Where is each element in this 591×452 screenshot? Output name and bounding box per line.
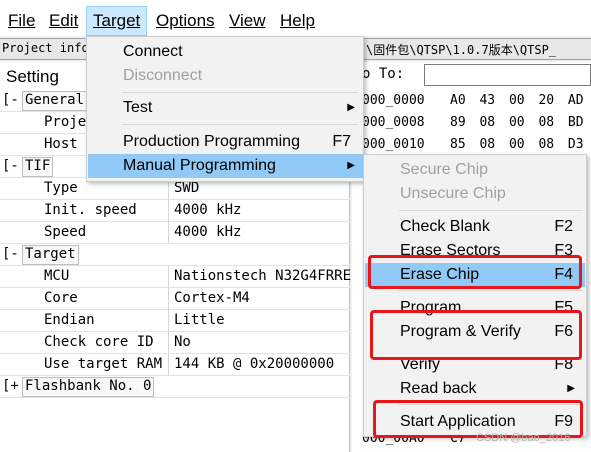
- file-path-label: \固件包\QTSP\1.0.7版本\QTSP_: [366, 43, 557, 57]
- column-divider: [168, 332, 169, 354]
- menu-item-test[interactable]: Test ▶: [88, 96, 363, 120]
- manual-programming-submenu: Secure Chip Unsecure Chip Check Blank F2…: [363, 154, 587, 437]
- property-group-label: Flashbank No. 0: [22, 377, 155, 397]
- menu-target[interactable]: Target: [86, 6, 148, 36]
- property-name: Endian: [44, 312, 95, 328]
- property-row[interactable]: Init. speed 4000 kHz: [0, 200, 350, 222]
- hex-row: 000_0010 85 08 00 08 D3: [352, 134, 591, 156]
- menu-edit[interactable]: Edit: [43, 6, 84, 36]
- submenu-arrow-icon: ▶: [347, 160, 355, 171]
- column-divider: [168, 288, 169, 310]
- goto-address-input[interactable]: [424, 64, 591, 86]
- menu-separator: [122, 92, 358, 93]
- property-row[interactable]: MCU Nationstech N32G4FRRE: [0, 266, 351, 288]
- settings-header: Setting: [6, 67, 59, 86]
- annotation-box-erase-chip: [368, 255, 582, 289]
- expand-toggle-icon[interactable]: [+: [2, 378, 19, 394]
- property-value[interactable]: Little: [174, 312, 225, 328]
- property-row[interactable]: Endian Little: [0, 310, 350, 332]
- menu-item-check-blank[interactable]: Check Blank F2: [365, 215, 585, 239]
- hex-row: 000_0000 A0 43 00 20 AD: [352, 90, 591, 112]
- column-divider: [168, 222, 169, 244]
- property-name: Use target RAM: [44, 356, 163, 372]
- property-name: Proje: [44, 114, 87, 130]
- property-name: Host: [44, 136, 78, 152]
- submenu-arrow-icon: ▶: [347, 102, 355, 113]
- property-value[interactable]: 4000 kHz: [174, 202, 241, 218]
- property-name: Speed: [44, 224, 87, 240]
- menubar: File Edit Target Options View Help: [0, 6, 591, 36]
- column-divider: [168, 310, 169, 332]
- property-value[interactable]: Nationstech N32G4FRRE: [174, 268, 351, 284]
- property-name: Init. speed: [44, 202, 137, 218]
- property-value[interactable]: Cortex-M4: [174, 290, 250, 306]
- property-value[interactable]: 4000 kHz: [174, 224, 241, 240]
- watermark: CSDN @bao_2016: [476, 432, 571, 444]
- menu-item-manual-programming[interactable]: Manual Programming ▶: [88, 154, 363, 178]
- hex-row-address: 000_0010: [362, 137, 425, 152]
- menu-separator: [399, 290, 583, 291]
- menu-item-disconnect: Disconnect: [123, 67, 203, 84]
- property-name: Check core ID: [44, 334, 154, 350]
- column-divider: [168, 354, 169, 376]
- hex-row-address: 000_0000: [362, 93, 425, 108]
- property-name: Core: [44, 290, 78, 306]
- property-value[interactable]: No: [174, 334, 191, 350]
- menu-separator: [122, 124, 358, 125]
- property-group-label: Target: [22, 245, 79, 265]
- expand-toggle-icon[interactable]: [-: [2, 246, 19, 262]
- property-name: Type: [44, 180, 78, 196]
- goto-label: o To:: [362, 66, 405, 82]
- hex-row-bytes: A0 43 00 20 AD: [450, 93, 584, 108]
- property-group-row[interactable]: [- Target: [0, 244, 350, 266]
- expand-toggle-icon[interactable]: [-: [2, 158, 19, 174]
- submenu-arrow-icon: ▶: [567, 383, 575, 394]
- property-group-row[interactable]: [+ Flashbank No. 0: [0, 376, 350, 398]
- column-divider: [168, 200, 169, 222]
- menu-view[interactable]: View: [223, 6, 272, 36]
- menu-separator: [399, 210, 583, 211]
- property-group-label: TIF: [22, 157, 54, 177]
- property-row[interactable]: Speed 4000 kHz: [0, 222, 350, 244]
- property-group-label: General: [22, 91, 88, 111]
- annotation-box-program-verify: [370, 310, 582, 360]
- menu-item-connect[interactable]: Connect: [88, 40, 363, 64]
- hex-row-address: 000_0008: [362, 115, 425, 130]
- property-value[interactable]: SWD: [174, 180, 199, 196]
- property-row[interactable]: Use target RAM 144 KB @ 0x20000000: [0, 354, 350, 376]
- property-row[interactable]: Core Cortex-M4: [0, 288, 350, 310]
- property-name: MCU: [44, 268, 70, 284]
- menu-help[interactable]: Help: [274, 6, 321, 36]
- menu-item-read-back[interactable]: Read back ▶: [365, 377, 585, 401]
- menu-item-production-programming[interactable]: Production Programming F7: [88, 130, 363, 154]
- project-info-label: Project info: [2, 41, 89, 55]
- property-row[interactable]: Check core ID No: [0, 332, 350, 354]
- target-menu-dropdown: Connect Disconnect Test ▶ Production Pro…: [86, 36, 364, 182]
- hex-row: 000_0008 89 08 00 08 BD: [352, 112, 591, 134]
- menu-options[interactable]: Options: [150, 6, 221, 36]
- property-value[interactable]: 144 KB @ 0x20000000: [174, 356, 334, 372]
- hex-row-bytes: 85 08 00 08 D3: [450, 137, 584, 152]
- column-divider: [168, 266, 169, 288]
- menu-item-unsecure-chip: Unsecure Chip: [400, 185, 506, 202]
- hex-row-bytes: 89 08 00 08 BD: [450, 115, 584, 130]
- expand-toggle-icon[interactable]: [-: [2, 92, 19, 108]
- menu-item-secure-chip: Secure Chip: [400, 161, 489, 178]
- menu-file[interactable]: File: [2, 6, 41, 36]
